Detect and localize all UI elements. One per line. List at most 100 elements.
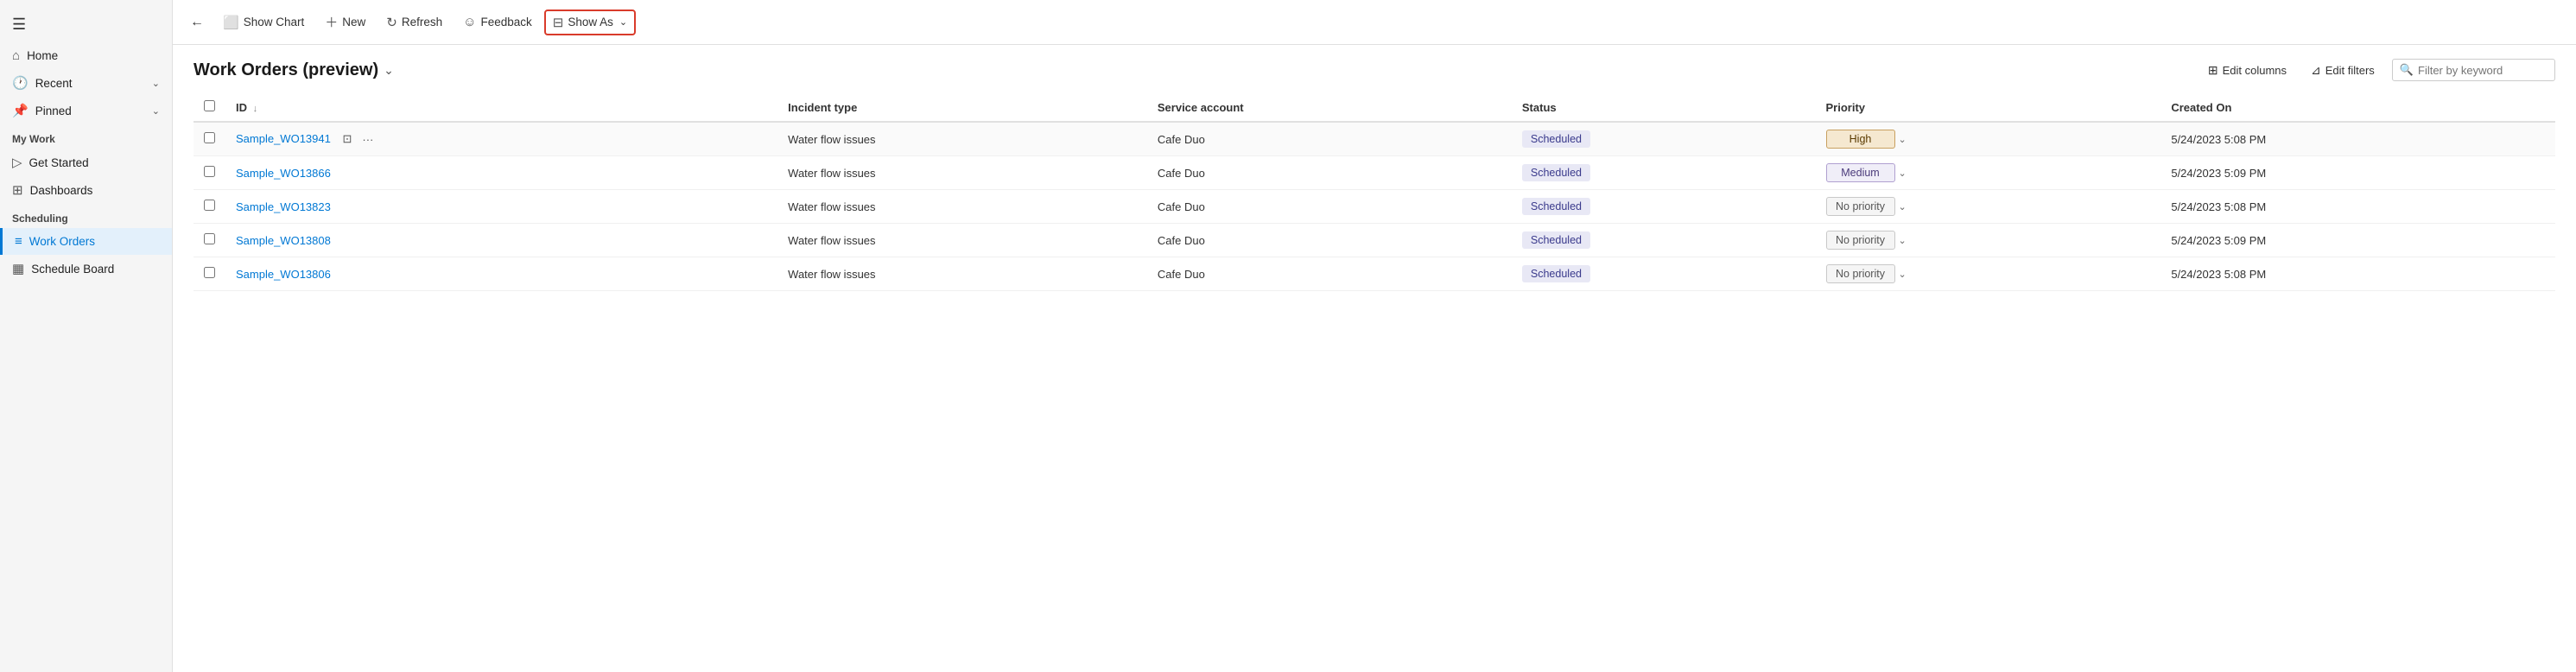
feedback-label: Feedback xyxy=(480,16,531,29)
row-priority-cell: Medium ⌄ xyxy=(1816,156,2161,190)
sidebar-item-home[interactable]: ⌂ Home xyxy=(0,42,172,69)
edit-filters-button[interactable]: ⊿ Edit filters xyxy=(2304,60,2382,81)
sidebar-item-label: Home xyxy=(27,49,58,62)
priority-chevron-icon[interactable]: ⌄ xyxy=(1899,269,1907,280)
priority-chevron-icon[interactable]: ⌄ xyxy=(1899,134,1907,145)
new-label: New xyxy=(342,16,365,29)
priority-badge: No priority xyxy=(1826,231,1895,250)
row-incident-type-cell: Water flow issues xyxy=(777,122,1147,156)
edit-columns-label: Edit columns xyxy=(2223,64,2287,77)
row-checkbox-cell xyxy=(194,257,225,291)
work-order-link[interactable]: Sample_WO13866 xyxy=(236,167,331,180)
table-row: Sample_WO13808Water flow issuesCafe DuoS… xyxy=(194,224,2555,257)
priority-badge: No priority xyxy=(1826,264,1895,283)
row-id-cell: Sample_WO13808 xyxy=(225,224,777,257)
get-started-icon: ▷ xyxy=(12,155,22,170)
row-service-account-cell: Cafe Duo xyxy=(1147,224,1512,257)
column-service-account: Service account xyxy=(1147,93,1512,122)
column-status: Status xyxy=(1512,93,1816,122)
table-header: ID ↓ Incident type Service account Statu… xyxy=(194,93,2555,122)
chevron-down-icon: ⌄ xyxy=(152,105,160,117)
schedule-board-icon: ▦ xyxy=(12,261,24,276)
row-id-cell: Sample_WO13941 ⊡ ··· xyxy=(225,122,777,156)
row-id-cell: Sample_WO13866 xyxy=(225,156,777,190)
sidebar-item-recent[interactable]: 🕐 Recent ⌄ xyxy=(0,69,172,97)
dashboards-icon: ⊞ xyxy=(12,182,23,198)
sidebar-item-work-orders[interactable]: ≡ Work Orders xyxy=(0,228,172,255)
row-status-cell: Scheduled xyxy=(1512,257,1816,291)
page-header: Work Orders (preview) ⌄ ⊞ Edit columns ⊿… xyxy=(194,59,2555,81)
title-chevron-icon[interactable]: ⌄ xyxy=(384,63,394,78)
column-created-on: Created On xyxy=(2160,93,2555,122)
row-status-cell: Scheduled xyxy=(1512,224,1816,257)
content-area: Work Orders (preview) ⌄ ⊞ Edit columns ⊿… xyxy=(173,45,2576,672)
work-order-link[interactable]: Sample_WO13808 xyxy=(236,234,331,247)
table-row: Sample_WO13806Water flow issuesCafe DuoS… xyxy=(194,257,2555,291)
row-checkbox[interactable] xyxy=(204,233,215,244)
priority-badge: High xyxy=(1826,130,1895,149)
row-checkbox-cell xyxy=(194,190,225,224)
row-service-account-cell: Cafe Duo xyxy=(1147,156,1512,190)
sidebar-item-pinned[interactable]: 📌 Pinned ⌄ xyxy=(0,97,172,124)
row-checkbox[interactable] xyxy=(204,267,215,278)
priority-chevron-icon[interactable]: ⌄ xyxy=(1899,168,1907,179)
table-row: Sample_WO13823 Water flow issuesCafe Duo S… xyxy=(194,190,2555,224)
status-badge: Scheduled xyxy=(1522,130,1590,148)
show-chart-button[interactable]: ⬜ Show Chart xyxy=(214,10,313,35)
row-service-account-cell: Cafe Duo xyxy=(1147,190,1512,224)
row-priority-cell: High ⌄ xyxy=(1816,122,2161,156)
priority-cell: High ⌄ xyxy=(1826,130,2151,149)
edit-columns-button[interactable]: ⊞ Edit columns xyxy=(2201,60,2294,81)
row-id-cell: Sample_WO13823 xyxy=(225,190,777,224)
filter-by-keyword-input[interactable] xyxy=(2418,64,2547,77)
work-order-link[interactable]: Sample_WO13823 xyxy=(236,200,331,213)
row-created-on-cell: 5/24/2023 5:08 PM xyxy=(2160,122,2555,156)
work-order-link[interactable]: Sample_WO13941 xyxy=(236,132,331,145)
column-incident-type: Incident type xyxy=(777,93,1147,122)
row-incident-type-cell: Water flow issues xyxy=(777,190,1147,224)
page-title: Work Orders (preview) xyxy=(194,60,378,80)
work-orders-icon: ≡ xyxy=(15,234,22,249)
work-orders-table: ID ↓ Incident type Service account Statu… xyxy=(194,93,2555,291)
status-badge: Scheduled xyxy=(1522,231,1590,249)
sidebar-item-schedule-board[interactable]: ▦ Schedule Board xyxy=(0,255,172,282)
sidebar-item-get-started[interactable]: ▷ Get Started xyxy=(0,149,172,176)
column-priority: Priority xyxy=(1816,93,2161,122)
priority-chevron-icon[interactable]: ⌄ xyxy=(1899,201,1907,212)
show-as-button[interactable]: ⊟ Show As ⌄ xyxy=(544,10,636,35)
chevron-down-icon: ⌄ xyxy=(152,78,160,89)
status-badge: Scheduled xyxy=(1522,198,1590,215)
sidebar-item-label: Schedule Board xyxy=(31,263,114,276)
hamburger-icon[interactable]: ☰ xyxy=(0,7,172,42)
chart-icon: ⬜ xyxy=(223,15,239,30)
sidebar-item-dashboards[interactable]: ⊞ Dashboards xyxy=(0,176,172,204)
work-order-link[interactable]: Sample_WO13806 xyxy=(236,268,331,281)
feedback-icon: ☺ xyxy=(463,15,476,29)
new-button[interactable]: ＋ New xyxy=(316,9,374,35)
priority-chevron-icon[interactable]: ⌄ xyxy=(1899,235,1907,246)
recent-icon: 🕐 xyxy=(12,75,29,91)
scheduling-section-label: Scheduling xyxy=(0,204,172,228)
row-checkbox[interactable] xyxy=(204,200,215,211)
filter-by-keyword-input-wrap: 🔍 xyxy=(2392,59,2555,81)
column-id: ID ↓ xyxy=(225,93,777,122)
sidebar-item-label: Get Started xyxy=(29,156,89,169)
refresh-label: Refresh xyxy=(402,16,442,29)
row-status-cell: Scheduled xyxy=(1512,122,1816,156)
row-status-cell: Scheduled xyxy=(1512,156,1816,190)
sort-icon: ↓ xyxy=(253,104,258,114)
feedback-button[interactable]: ☺ Feedback xyxy=(454,10,541,34)
table-row: Sample_WO13941 ⊡ ··· Water flow issuesCa… xyxy=(194,122,2555,156)
status-badge: Scheduled xyxy=(1522,164,1590,181)
row-created-on-cell: 5/24/2023 5:09 PM xyxy=(2160,156,2555,190)
row-priority-cell: No priority ⌄ xyxy=(1816,257,2161,291)
chevron-down-icon: ⌄ xyxy=(619,16,627,28)
open-record-button[interactable]: ⊡ xyxy=(339,130,355,148)
row-checkbox[interactable] xyxy=(204,132,215,143)
select-all-checkbox[interactable] xyxy=(204,100,215,111)
more-options-button[interactable]: ··· xyxy=(358,131,377,148)
row-checkbox[interactable] xyxy=(204,166,215,177)
back-button[interactable]: ← xyxy=(183,10,211,35)
refresh-icon: ↻ xyxy=(386,15,397,30)
refresh-button[interactable]: ↻ Refresh xyxy=(378,10,451,35)
